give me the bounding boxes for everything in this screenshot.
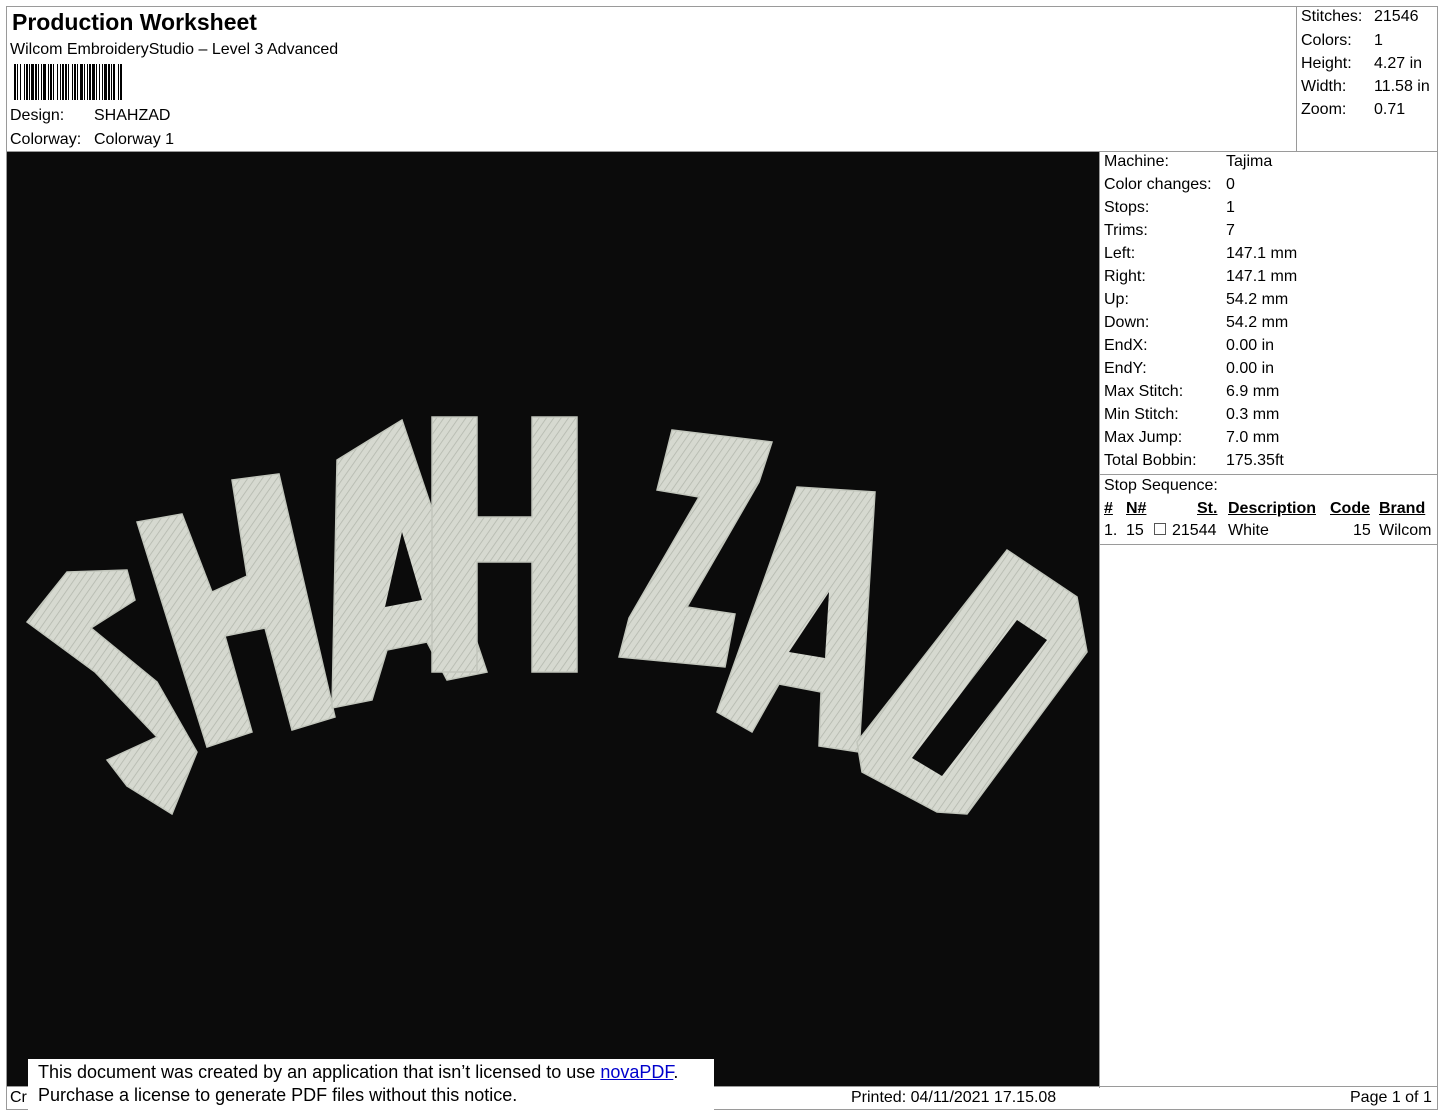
machine-info-label: Left: [1104,245,1136,262]
summary-value: 0.71 [1374,101,1406,118]
machine-info-value: 1 [1226,199,1235,216]
stop-sequence-title: Stop Sequence: [1104,477,1218,494]
stop-row-needle: 15 [1126,522,1144,539]
footer-left-text: Cr [10,1089,27,1106]
design-value: SHAHZAD [94,107,171,124]
license-notice: This document was created by an applicat… [28,1059,714,1111]
column-header-number: # [1104,500,1113,517]
machine-info-value: 0.3 mm [1226,406,1280,423]
letter-d [856,548,1088,815]
design-preview [7,152,1099,1086]
machine-info-label: Trims: [1104,222,1148,239]
machine-info-value: 147.1 mm [1226,268,1298,285]
stop-row-brand: Wilcom [1379,522,1432,539]
embroidery-preview-image [25,416,1088,816]
summary-value: 4.27 in [1374,55,1423,72]
machine-info-value: 147.1 mm [1226,245,1298,262]
summary-value: 21546 [1374,8,1419,25]
machine-info-label: Color changes: [1104,176,1212,193]
column-header-description: Description [1228,500,1317,517]
machine-info-value: 0 [1226,176,1235,193]
colorway-label: Colorway: [10,131,82,148]
page-number: Page 1 of 1 [1350,1089,1432,1106]
notice-line-1: This document was created by an applicat… [38,1061,714,1084]
summary-label: Width: [1301,78,1347,95]
summary-label: Zoom: [1301,101,1347,118]
stop-row-description: White [1228,522,1269,539]
stop-row-stitches: 21544 [1172,522,1217,539]
column-header-stitches: St. [1197,500,1218,517]
machine-info-label: Stops: [1104,199,1150,216]
machine-info-value: 175.35ft [1226,452,1284,469]
machine-info-label: Total Bobbin: [1104,452,1197,469]
page-title: Production Worksheet [12,9,257,35]
column-header-code: Code [1330,500,1370,517]
machine-info-value: 7.0 mm [1226,429,1280,446]
software-name: Wilcom EmbroideryStudio – Level 3 Advanc… [10,41,339,58]
machine-info-label: Down: [1104,314,1150,331]
machine-info-value: 0.00 in [1226,360,1275,377]
stop-row-number: 1. [1104,522,1118,539]
novapdf-link[interactable]: novaPDF [600,1062,673,1082]
summary-value: 1 [1374,32,1383,49]
letter-h [431,416,578,673]
stop-sequence-divider [1099,474,1438,475]
column-header-needle: N# [1126,500,1147,517]
summary-label: Colors: [1301,32,1352,49]
machine-info-label: Machine: [1104,153,1169,170]
letter-a [716,486,876,753]
column-header-brand: Brand [1379,500,1426,517]
color-swatch [1154,523,1166,535]
design-label: Design: [10,107,65,124]
printed-date: Printed: 04/11/2021 17.15.08 [851,1089,1057,1106]
colorway-value: Colorway 1 [94,131,175,148]
machine-info-value: 54.2 mm [1226,314,1289,331]
barcode-icon [14,64,122,100]
machine-info-value: Tajima [1226,153,1273,170]
machine-info-label: Right: [1104,268,1146,285]
machine-info-value: 6.9 mm [1226,383,1280,400]
machine-info-label: EndX: [1104,337,1148,354]
machine-info-label: EndY: [1104,360,1147,377]
notice-period: . [673,1062,679,1082]
summary-label: Height: [1301,55,1352,72]
stop-row-code: 15 [1353,522,1371,539]
notice-line-2: Purchase a license to generate PDF files… [38,1085,518,1105]
machine-info-value: 54.2 mm [1226,291,1289,308]
summary-label: Stitches: [1301,8,1363,25]
summary-divider [1296,6,1297,151]
machine-info-label: Up: [1104,291,1129,308]
machine-info-value: 7 [1226,222,1235,239]
machine-info-label: Max Stitch: [1104,383,1184,400]
machine-info-label: Min Stitch: [1104,406,1179,423]
machine-info-label: Max Jump: [1104,429,1183,446]
notice-text: This document was created by an applicat… [38,1062,601,1082]
info-panel-divider [1099,151,1100,1088]
summary-value: 11.58 in [1374,78,1430,95]
stop-table-divider [1099,544,1438,545]
machine-info-value: 0.00 in [1226,337,1275,354]
